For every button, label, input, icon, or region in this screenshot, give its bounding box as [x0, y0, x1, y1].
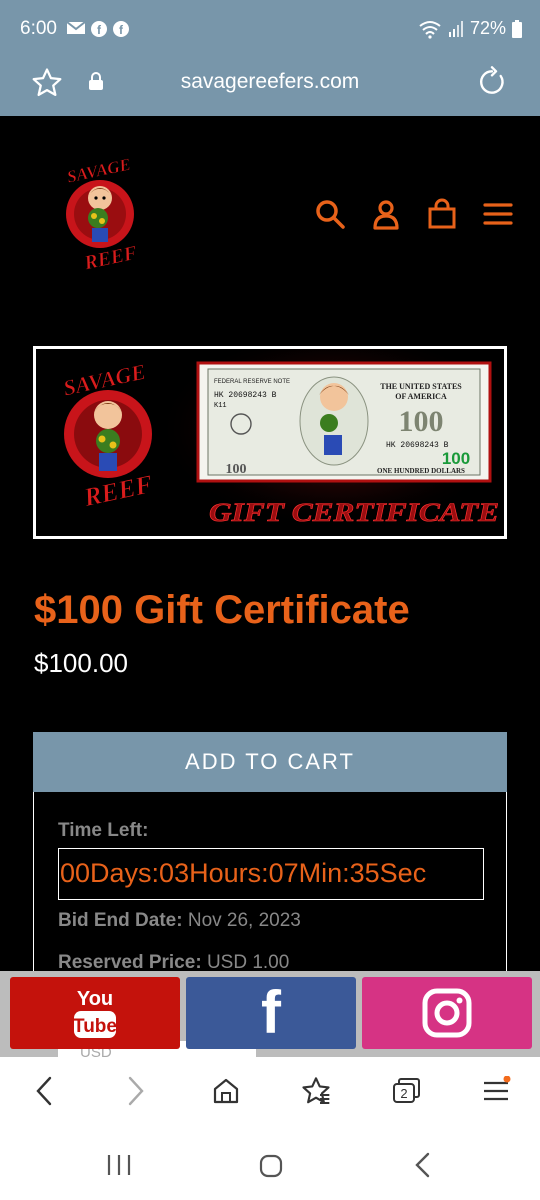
bill-top-left: FEDERAL RESERVE NOTE — [214, 379, 290, 385]
back-system-button[interactable] — [412, 1151, 432, 1184]
bill-value-bl: 100 — [226, 462, 247, 477]
mail-icon — [66, 21, 86, 34]
social-bar: USD You Tube f — [0, 971, 540, 1057]
add-to-cart-button[interactable]: ADD TO CART — [33, 732, 507, 792]
bid-end-value: Nov 26, 2023 — [187, 910, 301, 931]
product-price: $100.00 — [34, 648, 128, 678]
youtube-bottom: Tube — [73, 1016, 117, 1037]
back-icon — [36, 1076, 52, 1106]
bill-bottom: ONE HUNDRED DOLLARS — [377, 467, 465, 475]
browser-menu-button[interactable] — [476, 1071, 516, 1111]
logo-text-bottom: REEF — [81, 242, 139, 275]
account-button[interactable] — [370, 198, 402, 230]
bill-code: K11 — [214, 402, 227, 410]
instagram-button[interactable] — [362, 977, 532, 1049]
reload-icon — [480, 66, 504, 94]
status-time: 6:00 — [20, 18, 57, 39]
chevron-left-icon — [415, 1152, 430, 1178]
notification-icons: f f — [66, 20, 130, 38]
tabs-count: 2 — [400, 1086, 407, 1101]
home-circle-icon — [259, 1154, 283, 1178]
hamburger-icon — [483, 203, 513, 225]
forward-button[interactable] — [116, 1071, 156, 1111]
youtube-top: You — [77, 988, 113, 1010]
tabs-button[interactable]: 2 — [386, 1071, 426, 1111]
search-button[interactable] — [314, 198, 346, 230]
gift-caption: GIFT CERTIFICATE — [209, 498, 499, 527]
bid-end-row: Bid End Date: Nov 26, 2023 — [58, 910, 301, 932]
home-icon — [213, 1078, 239, 1104]
header-actions — [314, 198, 514, 230]
bill-country-1: THE UNITED STATES — [380, 382, 462, 391]
instagram-icon — [422, 988, 472, 1038]
reload-button[interactable] — [476, 66, 508, 103]
wifi-icon — [419, 20, 441, 39]
browser-toolbar: savagereefers.com — [0, 58, 540, 116]
status-bar: 6:00 f f 72% — [0, 0, 540, 58]
bookmarks-button[interactable] — [296, 1071, 336, 1111]
product-title: $100 Gift Certificate — [34, 588, 410, 632]
countdown-timer: 00Days:03Hours:07Min:35Sec — [58, 848, 484, 900]
battery-percent: 72% — [469, 18, 506, 38]
signal-icon — [448, 20, 463, 37]
facebook-icon: f — [261, 979, 281, 1046]
site-logo[interactable]: SAVAGE REEF — [52, 154, 152, 276]
home-system-button[interactable] — [258, 1153, 284, 1184]
auction-panel: Time Left: 00Days:03Hours:07Min:35Sec Bi… — [33, 792, 507, 971]
reserved-price-value: USD 1.00 — [206, 952, 290, 971]
bill-value-corner: 100 — [442, 449, 470, 468]
menu-icon — [484, 1076, 511, 1101]
tabs-icon: 2 — [393, 1078, 420, 1103]
site-content: SAVAGE REEF SAVAGE REEF FEDERAL RESERVE … — [0, 116, 540, 971]
bid-end-label: Bid End Date: — [58, 910, 183, 931]
time-left-label: Time Left: — [58, 820, 149, 841]
recents-button[interactable] — [106, 1153, 132, 1182]
system-icons: 72% — [418, 18, 522, 39]
facebook-button[interactable]: f — [186, 977, 356, 1049]
reserved-price-label: Reserved Price: — [58, 952, 202, 971]
bill-serial: HK 20698243 B — [214, 391, 277, 400]
reserved-price-row: Reserved Price: USD 1.00 — [58, 952, 289, 971]
search-icon — [316, 200, 345, 229]
back-button[interactable] — [24, 1071, 64, 1111]
forward-icon — [128, 1076, 144, 1106]
url-field[interactable]: savagereefers.com — [0, 70, 540, 94]
menu-button[interactable] — [482, 198, 514, 230]
youtube-icon: You Tube — [73, 988, 117, 1038]
bill-value-center: 100 — [399, 405, 444, 438]
bill-serial-2: HK 20698243 B — [386, 441, 449, 450]
cart-button[interactable] — [426, 198, 458, 230]
battery-icon — [512, 19, 522, 38]
browser-bottom-nav: 2 — [0, 1057, 540, 1127]
youtube-button[interactable]: You Tube — [10, 977, 180, 1049]
home-button[interactable] — [206, 1071, 246, 1111]
recents-icon — [107, 1155, 131, 1175]
cart-icon — [428, 198, 456, 229]
bookmarks-icon — [302, 1077, 330, 1104]
product-image[interactable]: SAVAGE REEF FEDERAL RESERVE NOTE HK 2069… — [33, 346, 507, 539]
facebook-icon: f — [91, 21, 107, 37]
account-icon — [373, 200, 399, 230]
bill-country-2: OF AMERICA — [395, 392, 447, 401]
system-navigation — [0, 1127, 540, 1200]
facebook-icon: f — [113, 21, 129, 37]
